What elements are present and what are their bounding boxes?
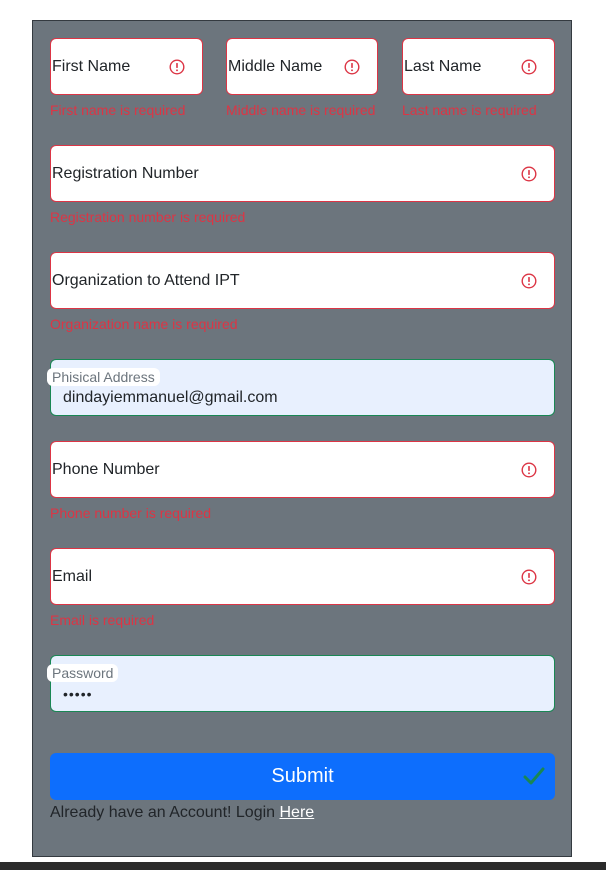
phone-number-input[interactable]: Phone Number [50,441,555,498]
registration-form: First Name First name is required Middle… [32,20,572,857]
exclamation-circle-icon [521,165,537,182]
last-name-placeholder: Last Name [404,57,482,75]
bottom-bar [0,862,606,870]
phone-number-placeholder: Phone Number [52,460,160,478]
registration-number-input[interactable]: Registration Number [50,145,555,202]
login-prompt-text: Already have an Account! Login [50,804,276,821]
submit-label: Submit [271,765,334,787]
middle-name-placeholder: Middle Name [228,57,323,75]
first-name-error: First name is required [50,102,186,118]
email-input[interactable]: Email [50,548,555,605]
organization-placeholder: Organization to Attend IPT [52,271,240,289]
phone-number-error: Phone number is required [50,505,212,521]
exclamation-circle-icon [344,58,360,75]
last-name-input[interactable]: Last Name [402,38,555,95]
email-placeholder: Email [52,567,93,585]
exclamation-circle-icon [521,272,537,289]
login-prompt: Already have an Account! Login Here [50,804,314,822]
password-value: ••••• [63,686,93,702]
password-input[interactable]: Password ••••• [47,655,555,712]
login-link[interactable]: Here [280,804,315,821]
exclamation-circle-icon [521,58,537,75]
first-name-placeholder: First Name [52,57,131,75]
password-label: Password [47,664,119,682]
middle-name-error: Middle name is required [226,102,376,118]
registration-number-placeholder: Registration Number [52,164,199,182]
exclamation-circle-icon [169,58,185,75]
last-name-error: Last name is required [402,102,537,118]
registration-number-error: Registration number is required [50,209,246,225]
physical-address-value: dindayiemmanuel@gmail.com [63,389,278,406]
middle-name-input[interactable]: Middle Name [226,38,378,95]
page: First Name First name is required Middle… [0,0,606,870]
submit-button[interactable]: Submit [50,753,555,800]
exclamation-circle-icon [521,461,537,478]
email-error: Email is required [50,612,155,628]
physical-address-label: Phisical Address [47,368,160,386]
organization-error: Organization name is required [50,316,238,332]
organization-input[interactable]: Organization to Attend IPT [50,252,555,309]
first-name-input[interactable]: First Name [50,38,203,95]
exclamation-circle-icon [521,568,537,585]
physical-address-input[interactable]: Phisical Address dindayiemmanuel@gmail.c… [47,359,555,416]
check-icon [523,767,545,785]
